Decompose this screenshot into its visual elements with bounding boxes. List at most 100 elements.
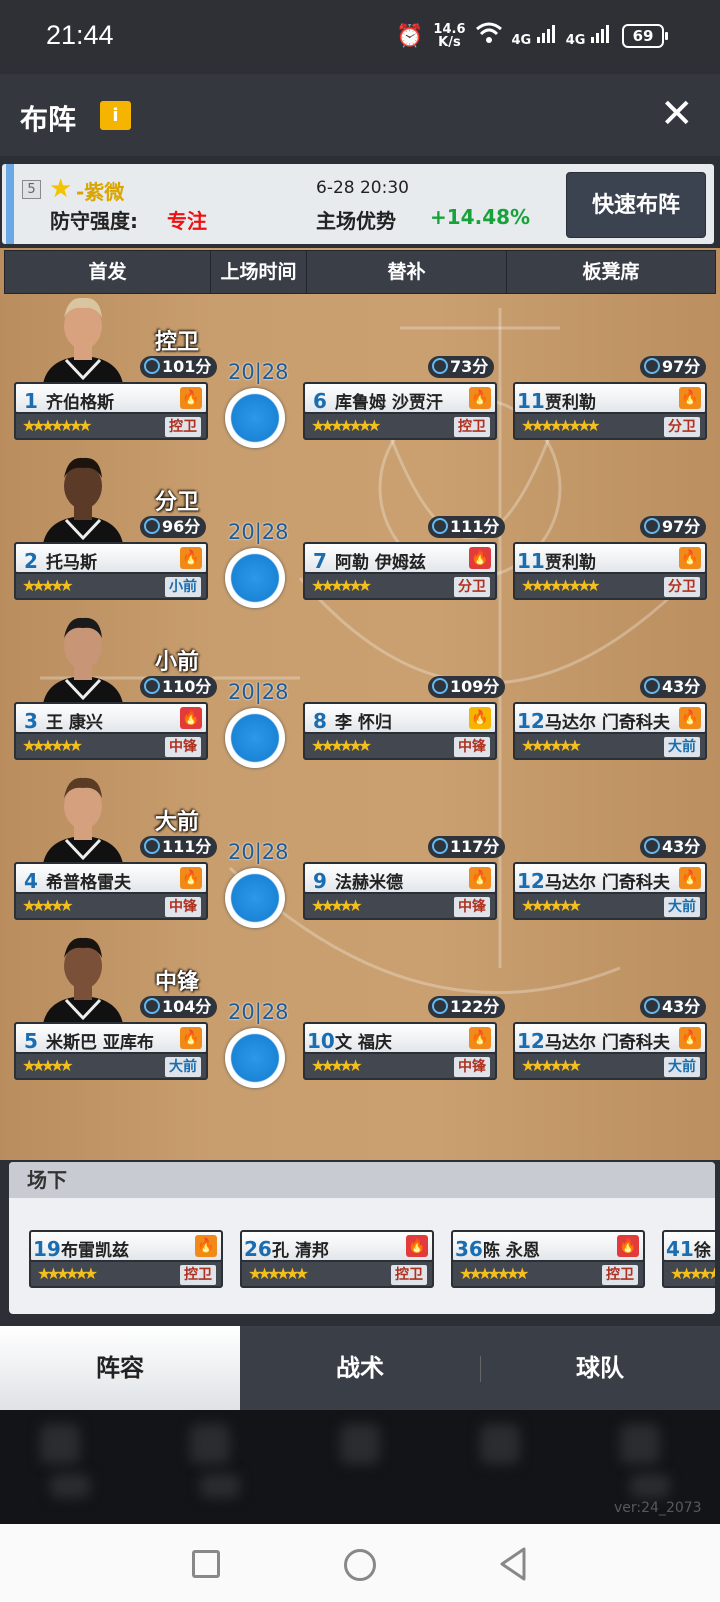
rating-stars: ★★★★★ (311, 896, 363, 915)
close-button[interactable]: ✕ (660, 94, 694, 134)
fire-icon: 🔥 (679, 1027, 701, 1049)
player-card-bottom: ★★★★★★ 大前 (513, 732, 707, 760)
rating-stars: ★★★★★★ (37, 1264, 98, 1283)
playing-time-label: 20|28 (228, 360, 289, 384)
substitute-card[interactable]: 6 库鲁姆 沙贾汗 🔥 ★★★★★★★ 控卫 (303, 382, 497, 442)
minutes-value: 101分 (162, 357, 212, 376)
col-playing-time[interactable]: 上场时间 (211, 251, 307, 293)
starter-card[interactable]: 3 王 康兴 🔥 ★★★★★★ 中锋 (14, 702, 208, 762)
player-card-top: 4 希普格雷夫 🔥 (14, 862, 208, 894)
player-card-top: 8 李 怀归 🔥 (303, 702, 497, 734)
position-tag: 中锋 (165, 737, 201, 757)
minutes-value: 73分 (450, 357, 489, 376)
playing-time-dial[interactable] (225, 708, 285, 768)
playing-time-dial[interactable] (225, 1028, 285, 1088)
starter-card[interactable]: 5 米斯巴 亚库布 🔥 ★★★★★ 大前 (14, 1022, 208, 1082)
player-card-top: 6 库鲁姆 沙贾汗 🔥 (303, 382, 497, 414)
reserve-player-card[interactable]: 26 孔 清邦 🔥 ★★★★★★ 控卫 (240, 1230, 434, 1290)
player-card-top: 11 贾利勒 🔥 (513, 382, 707, 414)
blurred-label (50, 1474, 90, 1498)
bench-card[interactable]: 11 贾利勒 🔥 ★★★★★★★★ 分卫 (513, 542, 707, 602)
position-label: 控卫 (155, 330, 200, 355)
player-name: 孔 清邦 (272, 1241, 329, 1261)
player-card-bottom: ★★★★★★ 大前 (513, 1052, 707, 1080)
fire-icon: 🔥 (180, 387, 202, 409)
minutes-value: 117分 (450, 837, 500, 856)
position-tag: 控卫 (454, 417, 490, 437)
clock-icon (432, 518, 448, 534)
wifi-icon (475, 22, 502, 50)
jersey-number: 3 (24, 709, 38, 733)
substitute-card[interactable]: 10 文 福庆 🔥 ★★★★★ 中锋 (303, 1022, 497, 1082)
tab-team[interactable]: 球队 (480, 1326, 720, 1410)
starter-card[interactable]: 1 齐伯格斯 🔥 ★★★★★★★ 控卫 (14, 382, 208, 442)
fire-icon: 🔥 (679, 547, 701, 569)
jersey-number: 7 (313, 549, 327, 573)
col-starters[interactable]: 首发 (5, 251, 211, 293)
reserve-player-card[interactable]: 19 布雷凯兹 🔥 ★★★★★★ 控卫 (29, 1230, 223, 1290)
player-name: 马达尔 门奇科夫 (545, 1033, 670, 1053)
recent-apps-icon[interactable] (192, 1550, 220, 1578)
player-card-bottom: ★★★★★★ 控卫 (240, 1260, 434, 1288)
minutes-badge: 111分 (428, 516, 506, 538)
player-name: 李 怀归 (335, 713, 392, 733)
quick-lineup-button[interactable]: 快速布阵 (566, 172, 706, 238)
position-tag: 控卫 (165, 417, 201, 437)
rating-stars: ★★★★★ (670, 1264, 715, 1283)
tab-tactics[interactable]: 战术 (240, 1326, 480, 1410)
col-bench[interactable]: 板凳席 (507, 251, 715, 293)
reserve-player-card[interactable]: 41 徐 ★★★★★ (662, 1230, 715, 1290)
player-card-top: 5 米斯巴 亚库布 🔥 (14, 1022, 208, 1054)
reserve-player-card[interactable]: 36 陈 永恩 🔥 ★★★★★★★ 控卫 (451, 1230, 645, 1290)
playing-time-label: 20|28 (228, 840, 289, 864)
tab-lineup[interactable]: 阵容 (0, 1326, 240, 1410)
position-tag: 小前 (165, 577, 201, 597)
position-label: 分卫 (155, 490, 200, 515)
bottom-tabs: 阵容 战术 球队 (0, 1326, 720, 1410)
player-card-bottom: ★★★★★ 小前 (14, 572, 208, 600)
player-card-top: 11 贾利勒 🔥 (513, 542, 707, 574)
home-icon[interactable] (344, 1549, 376, 1581)
playing-time-dial[interactable] (225, 388, 285, 448)
clock-icon (432, 998, 448, 1014)
player-portrait (43, 777, 123, 864)
bench-card[interactable]: 11 贾利勒 🔥 ★★★★★★★★ 分卫 (513, 382, 707, 442)
status-icons: ⏰ 14.6 K/s 4G 4G (396, 22, 610, 50)
status-bar: 21:44 ⏰ 14.6 K/s 4G 4G 69 (0, 0, 720, 74)
rating-stars: ★★★★★★ (521, 1056, 582, 1075)
fire-icon: 🔥 (180, 707, 202, 729)
position-tag: 中锋 (165, 897, 201, 917)
minutes-badge: 101分 (140, 356, 218, 378)
info-icon[interactable]: i (100, 101, 131, 130)
jersey-number: 11 (517, 549, 545, 573)
rating-stars: ★★★★★★ (22, 736, 83, 755)
clock-icon (644, 998, 660, 1014)
substitute-card[interactable]: 9 法赫米德 🔥 ★★★★★ 中锋 (303, 862, 497, 922)
bench-card[interactable]: 12 马达尔 门奇科夫 🔥 ★★★★★★ 大前 (513, 1022, 707, 1082)
player-name: 贾利勒 (545, 553, 596, 573)
clock-icon (644, 358, 660, 374)
bench-card[interactable]: 12 马达尔 门奇科夫 🔥 ★★★★★★ 大前 (513, 702, 707, 762)
substitute-card[interactable]: 7 阿勒 伊姆兹 🔥 ★★★★★★ 分卫 (303, 542, 497, 602)
fire-icon: 🔥 (195, 1235, 217, 1257)
col-substitutes[interactable]: 替补 (307, 251, 507, 293)
position-tag: 分卫 (664, 417, 700, 437)
player-card-top: 19 布雷凯兹 🔥 (29, 1230, 223, 1262)
rating-stars: ★★★★★★★ (22, 416, 92, 435)
player-card-top: 41 徐 (662, 1230, 715, 1262)
back-icon[interactable] (498, 1546, 528, 1582)
position-tag: 控卫 (391, 1265, 427, 1285)
reserves-title: 场下 (9, 1162, 715, 1198)
substitute-card[interactable]: 8 李 怀归 🔥 ★★★★★★ 中锋 (303, 702, 497, 762)
bench-card[interactable]: 12 马达尔 门奇科夫 🔥 ★★★★★★ 大前 (513, 862, 707, 922)
fire-icon: 🔥 (679, 387, 701, 409)
player-name: 希普格雷夫 (46, 873, 131, 893)
position-label: 大前 (155, 810, 200, 835)
player-portrait (43, 617, 123, 704)
starter-card[interactable]: 2 托马斯 🔥 ★★★★★ 小前 (14, 542, 208, 602)
playing-time-dial[interactable] (225, 548, 285, 608)
starter-card[interactable]: 4 希普格雷夫 🔥 ★★★★★ 中锋 (14, 862, 208, 922)
minutes-badge: 109分 (428, 676, 506, 698)
playing-time-dial[interactable] (225, 868, 285, 928)
player-card-bottom: ★★★★★★★★ 分卫 (513, 412, 707, 440)
